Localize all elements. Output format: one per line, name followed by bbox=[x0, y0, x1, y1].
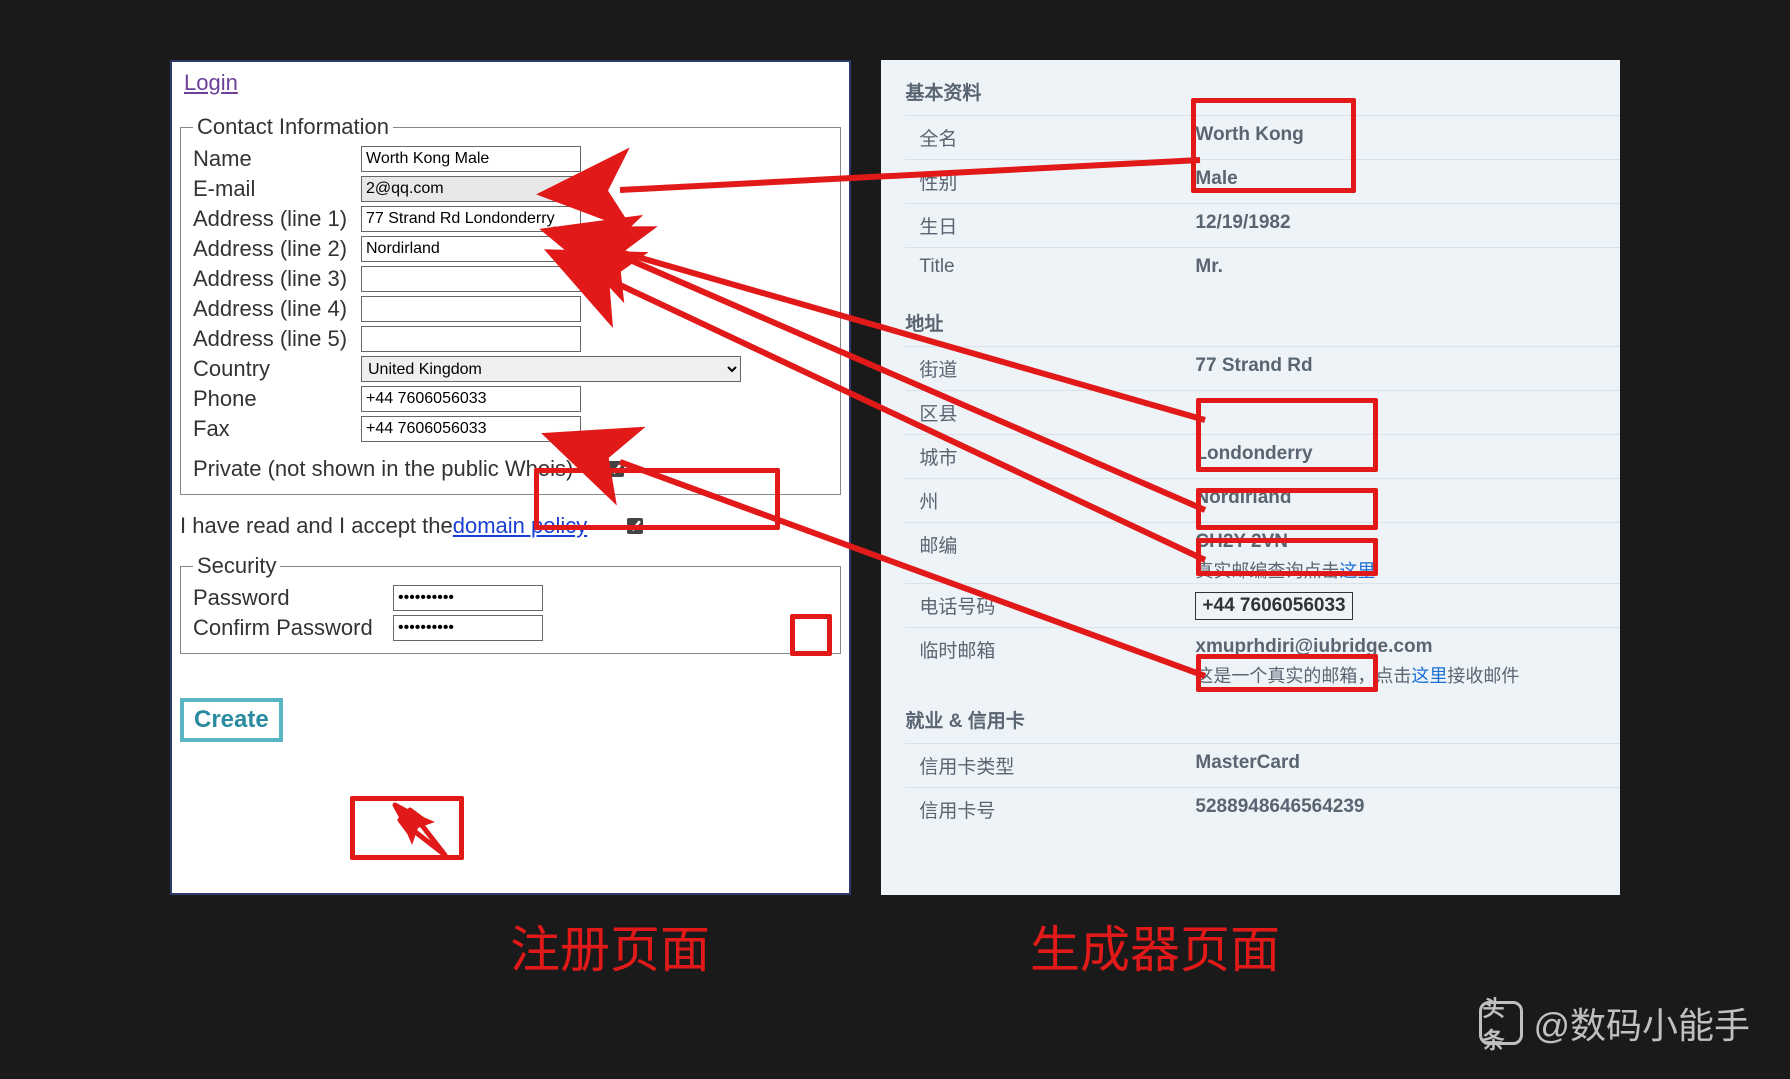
address4-input[interactable] bbox=[361, 296, 581, 322]
private-label: Private (not shown in the public Whois) bbox=[193, 456, 608, 482]
cardnum-value: 5288948646564239 bbox=[1195, 796, 1364, 818]
login-link[interactable]: Login bbox=[184, 70, 238, 96]
country-select[interactable]: United Kingdom bbox=[361, 356, 741, 382]
confirm-password-input[interactable] bbox=[393, 615, 543, 641]
zip-sub-text: 真实邮编查询点击 bbox=[1195, 561, 1339, 581]
password-input[interactable] bbox=[393, 585, 543, 611]
email-label: E-mail bbox=[193, 176, 361, 202]
watermark-author: @数码小能手 bbox=[1533, 997, 1750, 1049]
tempmail-sub-suffix: 接收邮件 bbox=[1447, 666, 1519, 686]
city-value: Londonderry bbox=[1195, 443, 1312, 465]
address3-input[interactable] bbox=[361, 266, 581, 292]
address2-input[interactable] bbox=[361, 236, 581, 262]
section-work-card: 就业 & 信用卡 bbox=[905, 706, 1620, 733]
tempmail-sub-prefix: 这是一个真实的邮箱，点击 bbox=[1195, 666, 1411, 686]
phone-label: Phone bbox=[193, 386, 361, 412]
registration-form-panel: Login Contact Information Name E-mail Ad… bbox=[170, 60, 851, 895]
tempmail-receive-link[interactable]: 这里 bbox=[1411, 666, 1447, 686]
address2-label: Address (line 2) bbox=[193, 236, 361, 262]
cardnum-label: 信用卡号 bbox=[905, 796, 1195, 823]
fullname-value: Worth Kong bbox=[1195, 124, 1303, 146]
cardtype-label: 信用卡类型 bbox=[905, 752, 1195, 779]
zip-value: CH2Y 2VN bbox=[1195, 531, 1288, 552]
tempmail-value: xmuprhdiri@iubridge.com bbox=[1195, 636, 1432, 657]
zip-label: 邮编 bbox=[905, 531, 1195, 558]
address1-input[interactable] bbox=[361, 206, 581, 232]
email-input[interactable] bbox=[361, 176, 581, 202]
policy-checkbox[interactable] bbox=[627, 518, 643, 534]
street-label: 街道 bbox=[905, 355, 1195, 382]
gender-label: 性别 bbox=[905, 168, 1195, 195]
phone-input[interactable] bbox=[361, 386, 581, 412]
cardtype-value: MasterCard bbox=[1195, 752, 1300, 774]
name-label: Name bbox=[193, 146, 361, 172]
cursor-arrow-icon bbox=[390, 800, 460, 870]
district-label: 区县 bbox=[905, 399, 1195, 426]
country-label: Country bbox=[193, 356, 361, 382]
generator-panel: 基本资料 全名 Worth Kong 性别 Male 生日 12/19/1982… bbox=[881, 60, 1620, 895]
contact-legend: Contact Information bbox=[193, 114, 393, 140]
state-value: Nordirland bbox=[1195, 487, 1291, 509]
section-address: 地址 bbox=[905, 309, 1620, 336]
security-legend: Security bbox=[193, 553, 280, 579]
birthday-label: 生日 bbox=[905, 212, 1195, 239]
caption-left: 注册页面 bbox=[510, 910, 710, 982]
phone-gen-value[interactable]: +44 7606056033 bbox=[1195, 592, 1352, 620]
caption-right: 生成器页面 bbox=[1030, 910, 1280, 982]
street-value: 77 Strand Rd bbox=[1195, 355, 1312, 377]
private-checkbox[interactable] bbox=[608, 461, 624, 477]
address5-label: Address (line 5) bbox=[193, 326, 361, 352]
address4-label: Address (line 4) bbox=[193, 296, 361, 322]
address3-label: Address (line 3) bbox=[193, 266, 361, 292]
domain-policy-link[interactable]: domain policy bbox=[453, 513, 588, 539]
confirm-password-label: Confirm Password bbox=[193, 615, 393, 641]
title-value: Mr. bbox=[1195, 256, 1222, 278]
password-label: Password bbox=[193, 585, 393, 611]
birthday-value: 12/19/1982 bbox=[1195, 212, 1290, 234]
address1-label: Address (line 1) bbox=[193, 206, 361, 232]
security-fieldset: Security Password Confirm Password bbox=[180, 553, 841, 654]
name-input[interactable] bbox=[361, 146, 581, 172]
watermark-logo-icon: 头条 bbox=[1479, 1001, 1523, 1045]
section-basic-info: 基本资料 bbox=[905, 78, 1620, 105]
watermark: 头条 @数码小能手 bbox=[1479, 997, 1750, 1049]
zip-lookup-link[interactable]: 这里 bbox=[1339, 561, 1375, 581]
fax-input[interactable] bbox=[361, 416, 581, 442]
tempmail-label: 临时邮箱 bbox=[905, 636, 1195, 663]
city-label: 城市 bbox=[905, 443, 1195, 470]
create-button[interactable]: Create bbox=[180, 698, 283, 742]
contact-info-fieldset: Contact Information Name E-mail Address … bbox=[180, 114, 841, 495]
policy-text: I have read and I accept the bbox=[180, 513, 453, 539]
gender-value: Male bbox=[1195, 168, 1237, 190]
address5-input[interactable] bbox=[361, 326, 581, 352]
state-label: 州 bbox=[905, 487, 1195, 514]
title-label: Title bbox=[905, 256, 1195, 278]
fax-label: Fax bbox=[193, 416, 361, 442]
fullname-label: 全名 bbox=[905, 124, 1195, 151]
phone-gen-label: 电话号码 bbox=[905, 592, 1195, 619]
